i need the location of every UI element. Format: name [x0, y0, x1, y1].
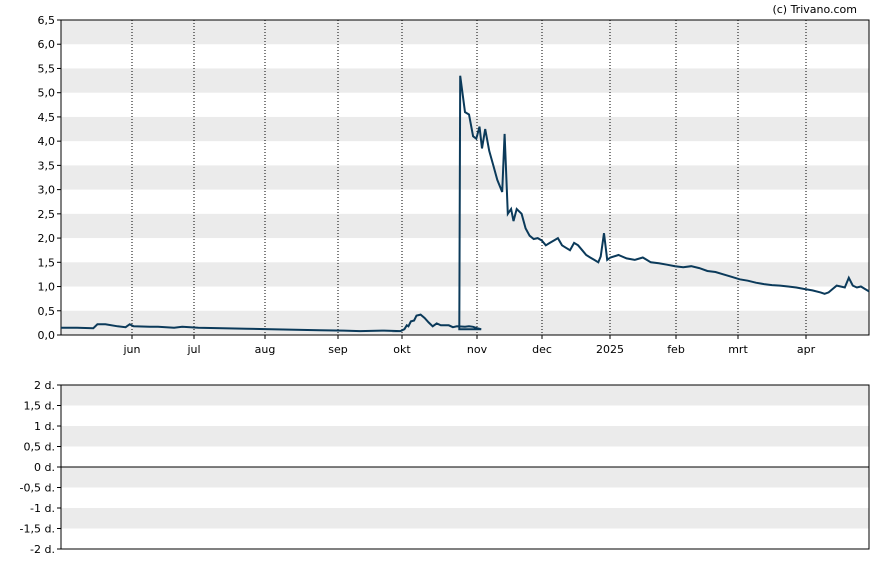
- sub-grid-band: [61, 426, 869, 447]
- main-x-tick-label: dec: [532, 343, 552, 356]
- sub-y-tick-label: 0 d.: [34, 461, 55, 474]
- main-grid-band: [61, 262, 869, 287]
- dividend-chart: 2 d. 1,5 d. 1 d. 0,5 d. 0 d. -0,5 d. -1 d. -1,5…: [20, 379, 870, 556]
- main-x-tick-label: mrt: [728, 343, 748, 356]
- main-x-tick-label: aug: [255, 343, 276, 356]
- main-x-tick-label: jul: [186, 343, 200, 356]
- main-grid-band: [61, 165, 869, 190]
- price-chart: 0,0 0,5 1,0 1,5 2,0 2,5 3,0 3,5 4,0 4,5 5,0 5,5 6,0 6…: [38, 14, 870, 356]
- sub-chart-bands: [61, 385, 869, 529]
- sub-y-tick-label: -0,5 d.: [20, 482, 55, 495]
- main-y-tick-label: 6,5: [38, 14, 56, 27]
- sub-y-tick-label: 0,5 d.: [24, 441, 55, 454]
- sub-y-tick-label: -1,5 d.: [20, 523, 55, 536]
- main-grid-band: [61, 213, 869, 239]
- main-grid-band: [61, 310, 869, 335]
- main-grid-band: [61, 68, 869, 93]
- main-y-tick-label: 5,5: [38, 62, 56, 75]
- main-y-tick-label: 3,0: [38, 184, 56, 197]
- sub-grid-band: [61, 508, 869, 529]
- sub-y-tick-label: 1 d.: [34, 420, 55, 433]
- main-y-tick-label: 2,0: [38, 232, 56, 245]
- main-y-tick-label: 1,0: [38, 281, 56, 294]
- sub-y-tick-label: 2 d.: [34, 379, 55, 392]
- main-y-tick-label: 6,0: [38, 38, 56, 51]
- sub-y-tick-label: -2 d.: [30, 543, 55, 556]
- main-y-tick-label: 2,5: [38, 208, 56, 221]
- copyright-text: (c) Trivano.com: [772, 3, 857, 16]
- main-x-tick-label: okt: [393, 343, 411, 356]
- main-x-tick-label: nov: [467, 343, 488, 356]
- main-x-tick-label: sep: [328, 343, 347, 356]
- price-series-line: [61, 75, 870, 333]
- main-y-tick-label: 0,0: [38, 329, 56, 342]
- main-grid-band: [61, 116, 869, 142]
- main-y-tick-label: 4,0: [38, 135, 56, 148]
- main-y-tick-label: 5,0: [38, 87, 56, 100]
- main-y-tick-label: 3,5: [38, 159, 56, 172]
- chart-canvas: (c) Trivano.com 0,0 0,5 1,0 1,5 2,0 2,5 3,0 3,5…: [20, 3, 870, 556]
- main-grid-band: [61, 20, 869, 45]
- sub-grid-band: [61, 385, 869, 406]
- main-x-tick-label: 2025: [596, 343, 624, 356]
- main-y-axis: 0,0 0,5 1,0 1,5 2,0 2,5 3,0 3,5 4,0 4,5 5,0 5,5 6,0 6…: [38, 14, 61, 342]
- sub-grid-band: [61, 467, 869, 488]
- main-y-tick-label: 0,5: [38, 305, 56, 318]
- main-x-axis: jun jul aug sep okt nov dec 2025 feb mrt apr: [123, 335, 816, 356]
- main-y-tick-label: 4,5: [38, 111, 56, 124]
- main-x-tick-label: jun: [123, 343, 141, 356]
- main-chart-bands: [61, 20, 869, 335]
- sub-y-tick-label: 1,5 d.: [24, 400, 55, 413]
- main-y-tick-label: 1,5: [38, 256, 56, 269]
- sub-y-axis: 2 d. 1,5 d. 1 d. 0,5 d. 0 d. -0,5 d. -1 d. -1,5…: [20, 379, 61, 556]
- main-x-tick-label: apr: [797, 343, 816, 356]
- main-x-tick-label: feb: [667, 343, 685, 356]
- sub-y-tick-label: -1 d.: [30, 502, 55, 515]
